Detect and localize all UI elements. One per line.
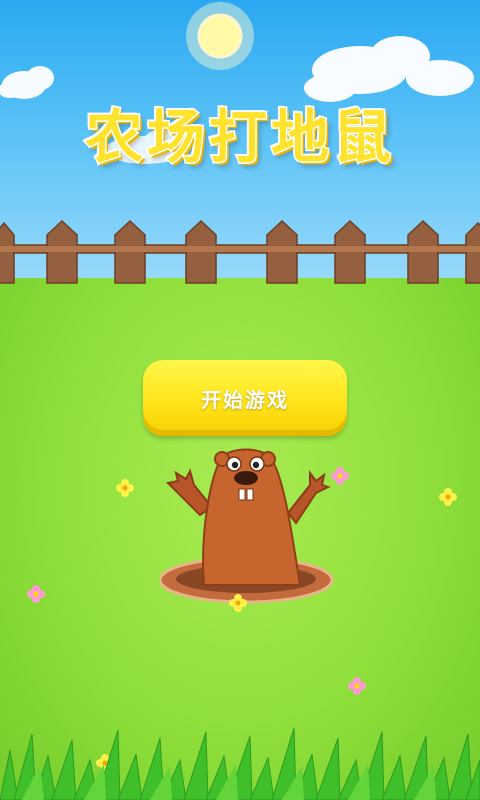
sun-icon <box>197 13 243 59</box>
game-screen: 农场打地鼠 农场打地鼠 开始游戏 <box>0 0 480 800</box>
mole-character <box>160 448 334 604</box>
grass-blades <box>0 727 480 800</box>
mole-left-arm <box>165 468 214 517</box>
mole-right-arm <box>286 470 331 525</box>
mole-body <box>202 448 302 586</box>
mole-nose <box>234 471 258 485</box>
start-game-label: 开始游戏 <box>201 387 289 412</box>
start-game-button[interactable]: 开始游戏 <box>143 360 347 436</box>
game-title: 农场打地鼠 <box>84 103 395 171</box>
wooden-fence <box>0 219 480 284</box>
